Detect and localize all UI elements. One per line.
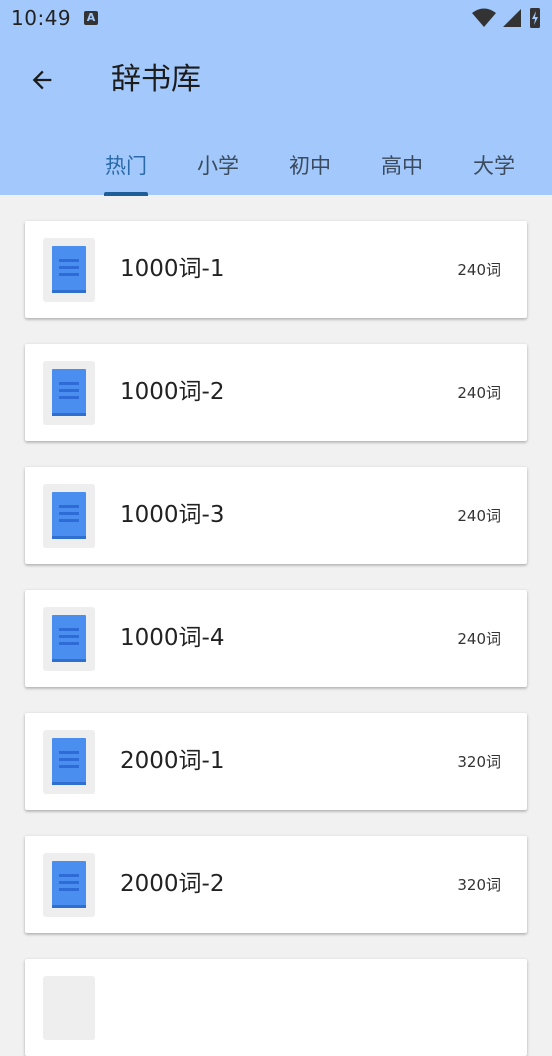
book-thumb — [43, 607, 95, 671]
book-icon — [52, 738, 86, 785]
system-icons — [471, 7, 542, 29]
word-count: 320词 — [457, 876, 501, 894]
battery-icon — [530, 8, 540, 28]
book-icon — [52, 615, 86, 662]
tab-primary[interactable]: 小学 — [197, 152, 239, 180]
book-name: 1000词-1 — [120, 256, 225, 282]
book-name: 1000词-3 — [120, 502, 225, 528]
list-item[interactable]: 1000词-4 240词 — [25, 590, 527, 687]
arrow-left-icon — [32, 70, 52, 90]
back-button[interactable] — [22, 60, 62, 100]
tab-senior[interactable]: 高中 — [381, 152, 423, 180]
book-thumb — [43, 484, 95, 548]
list-item[interactable]: 2000词-1 320词 — [25, 713, 527, 810]
status-bar: 10:49 A — [0, 0, 552, 38]
book-thumb — [43, 238, 95, 302]
page-title: 辞书库 — [111, 62, 201, 97]
tab-bar: 热门 小学 初中 高中 大学 — [0, 140, 552, 196]
book-name: 1000词-2 — [120, 379, 225, 405]
list-item[interactable]: 1000词-2 240词 — [25, 344, 527, 441]
tab-hot[interactable]: 热门 — [105, 152, 147, 180]
app-bar: 辞书库 — [0, 38, 552, 124]
book-name: 2000词-2 — [120, 871, 225, 897]
list-item[interactable]: 1000词-1 240词 — [25, 221, 527, 318]
book-name: 1000词-4 — [120, 625, 225, 651]
word-count: 240词 — [457, 507, 501, 525]
word-count: 240词 — [457, 261, 501, 279]
word-count: 240词 — [457, 630, 501, 648]
book-icon — [52, 369, 86, 416]
signal-icon — [502, 9, 521, 27]
book-icon — [52, 492, 86, 539]
list-item[interactable]: 2000词-2 320词 — [25, 836, 527, 933]
header: 10:49 A 辞书库 热门 小学 初中 高中 大学 — [0, 0, 552, 196]
book-thumb — [43, 853, 95, 917]
book-icon — [52, 246, 86, 293]
tab-university[interactable]: 大学 — [473, 152, 515, 180]
list-item[interactable] — [25, 959, 527, 1056]
book-icon — [52, 861, 86, 908]
tab-junior[interactable]: 初中 — [289, 152, 331, 180]
list-item[interactable]: 1000词-3 240词 — [25, 467, 527, 564]
book-thumb — [43, 361, 95, 425]
tab-indicator — [104, 192, 148, 196]
wifi-icon — [471, 8, 496, 27]
word-count: 240词 — [457, 384, 501, 402]
book-thumb — [43, 730, 95, 794]
notification-icon: A — [84, 11, 98, 25]
word-count: 320词 — [457, 753, 501, 771]
book-thumb — [43, 976, 95, 1040]
status-time: 10:49 — [11, 6, 72, 30]
book-name: 2000词-1 — [120, 748, 225, 774]
